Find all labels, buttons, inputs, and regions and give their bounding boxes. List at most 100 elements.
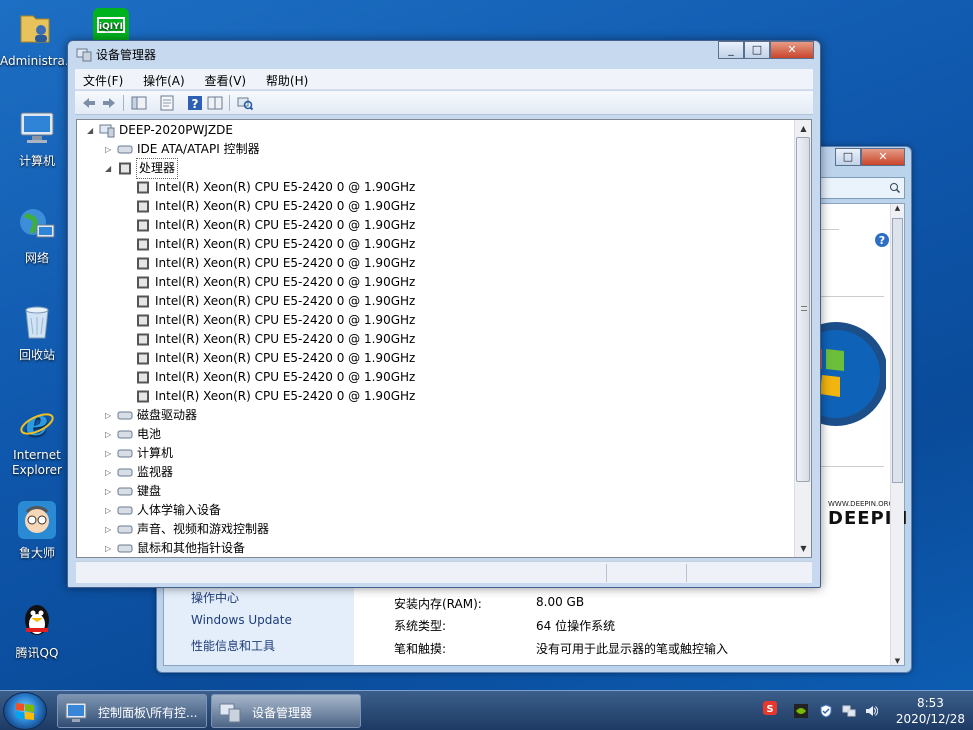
network-tray-icon[interactable] (842, 704, 856, 718)
forward-arrow-icon[interactable] (101, 95, 117, 111)
desktop-icon-label: Internet Explorer (12, 448, 62, 477)
computer-icon (99, 124, 115, 138)
expand-arrow-icon[interactable]: ▷ (105, 406, 115, 425)
sogou-ime-icon[interactable]: S (763, 701, 777, 715)
menu-file[interactable]: 文件(F) (75, 69, 131, 89)
expand-arrow-icon[interactable]: ▷ (105, 463, 115, 482)
tree-category-label: 处理器 (135, 158, 179, 179)
window-title: 设备管理器 (96, 48, 157, 62)
desktop-icon-ludashi[interactable]: 鲁大师 (2, 500, 72, 561)
expand-arrow-icon[interactable]: ▷ (105, 482, 115, 501)
keyboard-icon (117, 487, 133, 496)
expand-arrow-icon[interactable]: ▷ (105, 425, 115, 444)
close-button[interactable]: ✕ (770, 41, 814, 59)
tree-processor-item-label: Intel(R) Xeon(R) CPU E5-2420 0 @ 1.90GHz (155, 370, 416, 384)
back-arrow-icon[interactable] (81, 95, 97, 111)
search-input[interactable] (817, 177, 905, 199)
scroll-down-arrow[interactable]: ▼ (891, 657, 904, 665)
device-manager-window[interactable]: 设备管理器 _ □ ✕ 文件(F) 操作(A) 查看(V) 帮助(H) ? ◢ D… (67, 40, 821, 588)
processor-icon (137, 257, 149, 270)
help-icon[interactable]: ? (187, 95, 203, 111)
hid-icon (117, 506, 133, 515)
tree-category-label: 计算机 (137, 446, 174, 460)
disk-drive-icon (117, 411, 133, 420)
desktop-icon-label: 网络 (24, 251, 49, 265)
maximize-button[interactable]: □ (744, 41, 770, 59)
ide-controller-icon (117, 145, 133, 154)
scroll-up-arrow[interactable]: ▲ (795, 120, 811, 137)
scrollbar-thumb[interactable] (892, 218, 903, 483)
recycle-bin-icon (25, 306, 49, 339)
start-button[interactable] (3, 692, 47, 730)
tree-category-label: 声音、视频和游戏控制器 (137, 522, 270, 536)
show-pane-icon[interactable] (207, 95, 223, 111)
control-panel-icon (65, 702, 87, 722)
tree-category-label: 键盘 (137, 484, 162, 498)
desktop-icon-label: 回收站 (18, 348, 55, 362)
ludashi-icon (18, 501, 56, 539)
mouse-icon (117, 544, 133, 553)
maximize-button[interactable]: □ (835, 148, 861, 166)
sidebar-link-performance[interactable]: 性能信息和工具 (191, 637, 275, 654)
minimize-button[interactable]: _ (718, 41, 744, 59)
desktop-icon-label: 鲁大师 (18, 546, 55, 560)
expand-arrow-icon[interactable]: ▷ (105, 520, 115, 539)
scan-hardware-icon[interactable] (237, 95, 253, 111)
expand-arrow-icon[interactable]: ▷ (105, 444, 115, 463)
scrollbar-thumb[interactable] (796, 137, 810, 482)
tree-processor-item-label: Intel(R) Xeon(R) CPU E5-2420 0 @ 1.90GHz (155, 294, 416, 308)
tree-processor-item-label: Intel(R) Xeon(R) CPU E5-2420 0 @ 1.90GHz (155, 180, 416, 194)
taskbar-item-control-panel[interactable]: 控制面板\所有控... (57, 694, 207, 728)
sidebar-link-action-center[interactable]: 操作中心 (191, 589, 239, 606)
help-icon[interactable]: ? (874, 232, 890, 248)
desktop-icon-recycle-bin[interactable]: 回收站 (2, 302, 72, 363)
desktop-icon-internet-explorer[interactable]: e Internet Explorer (2, 402, 72, 478)
expand-arrow-icon[interactable]: ▷ (105, 539, 115, 557)
show-hide-tree-icon[interactable] (131, 95, 147, 111)
system-value-pen: 没有可用于此显示器的笔或触控输入 (536, 642, 729, 656)
tree-processor-item-label: Intel(R) Xeon(R) CPU E5-2420 0 @ 1.90GHz (155, 313, 416, 327)
nvidia-icon[interactable] (794, 704, 808, 718)
device-manager-icon (76, 48, 92, 62)
processor-icon (137, 352, 149, 365)
battery-icon (117, 430, 133, 439)
close-button[interactable]: ✕ (861, 148, 905, 166)
tree-scrollbar[interactable]: ▲ ▼ (794, 120, 811, 557)
volume-icon[interactable] (864, 704, 878, 718)
svg-text:e: e (26, 402, 49, 442)
expand-arrow-icon[interactable]: ▷ (105, 501, 115, 520)
processor-icon (137, 238, 149, 251)
desktop-icon-label: 腾讯QQ (15, 646, 59, 660)
collapse-arrow-icon[interactable]: ◢ (87, 121, 97, 140)
tree-processor-item-label: Intel(R) Xeon(R) CPU E5-2420 0 @ 1.90GHz (155, 275, 416, 289)
search-icon (890, 183, 901, 194)
taskbar-item-device-manager[interactable]: 设备管理器 (211, 694, 361, 728)
security-shield-icon[interactable] (819, 704, 833, 718)
window-titlebar[interactable]: 设备管理器 _ □ ✕ (68, 41, 820, 67)
network-icon (20, 209, 55, 238)
device-tree[interactable]: ◢ DEEP-2020PWJZDE ▷ IDE ATA/ATAPI 控制器 ◢ 处理器 In… (76, 119, 812, 558)
system-clock[interactable]: 8:53 2020/12/28 (896, 695, 965, 727)
tree-processor-item-label: Intel(R) Xeon(R) CPU E5-2420 0 @ 1.90GHz (155, 389, 416, 403)
tree-root-computer-label: DEEP-2020PWJZDE (119, 123, 233, 137)
properties-icon[interactable] (159, 95, 175, 111)
desktop-icon-network[interactable]: 网络 (2, 205, 72, 266)
menu-help[interactable]: 帮助(H) (258, 69, 316, 89)
expand-arrow-icon[interactable]: ▷ (105, 140, 115, 159)
desktop-icon-computer[interactable]: 计算机 (2, 108, 72, 169)
menu-view[interactable]: 查看(V) (197, 69, 255, 89)
desktop-icon-administrator[interactable]: Administra... (0, 8, 76, 69)
toolbar: ? (75, 91, 813, 115)
tree-processor-item-label: Intel(R) Xeon(R) CPU E5-2420 0 @ 1.90GHz (155, 199, 416, 213)
sidebar-link-windows-update[interactable]: Windows Update (191, 613, 292, 627)
tree-category-label: 磁盘驱动器 (137, 408, 198, 422)
collapse-arrow-icon[interactable]: ◢ (105, 159, 115, 178)
status-bar (76, 561, 812, 583)
menu-bar: 文件(F) 操作(A) 查看(V) 帮助(H) (75, 69, 813, 90)
desktop-icon-qq[interactable]: 腾讯QQ (2, 600, 72, 661)
tree-processor-item-label: Intel(R) Xeon(R) CPU E5-2420 0 @ 1.90GHz (155, 351, 416, 365)
menu-action[interactable]: 操作(A) (135, 69, 193, 89)
scroll-down-arrow[interactable]: ▼ (795, 540, 811, 557)
control-panel-scrollbar[interactable]: ▲ ▼ (890, 204, 904, 665)
scroll-up-arrow[interactable]: ▲ (891, 204, 904, 212)
